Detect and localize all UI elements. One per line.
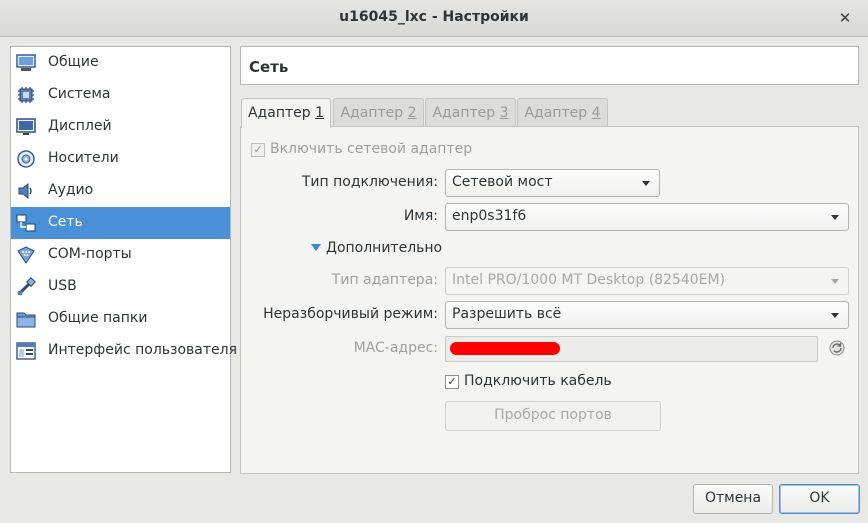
attached-to-label: Тип подключения: [301,174,438,190]
sidebar-item-label: USB [48,278,77,294]
sidebar-item-storage[interactable]: Носители [11,143,230,175]
section-header: Сеть [240,46,859,85]
display-icon [16,118,36,135]
cancel-button[interactable]: Отмена [693,484,773,514]
enable-adapter-checkbox[interactable]: ✓ [251,143,265,157]
enable-adapter-label: Включить сетевой адаптер [270,141,473,157]
tab-mnemonic: 2 [407,105,417,121]
settings-sidebar: Общие Система Дисплей Носители Аудио Сет… [10,46,237,473]
audio-icon [18,182,32,200]
sidebar-item-label: Интерфейс пользователя [48,342,238,358]
tab-adapter-1[interactable]: Адаптер 1 [241,98,331,128]
adapter-name-label: Имя: [403,208,438,224]
adapter-name-select[interactable]: enp0s31f6 [445,203,849,231]
ok-button[interactable]: OK [779,484,860,514]
tab-mnemonic: 1 [315,105,325,121]
chevron-down-icon [831,279,839,284]
promiscuous-mode-value: Разрешить всё [452,306,562,322]
close-window-button[interactable]: ✕ [836,9,854,27]
redaction-mark [450,342,560,355]
adapter-type-value: Intel PRO/1000 MT Desktop (82540EM) [452,272,726,288]
tab-mnemonic: 4 [591,105,601,121]
general-icon [16,54,36,71]
sidebar-item-label: Дисплей [48,118,112,134]
sidebar-item-label: Система [48,86,111,102]
sidebar-item-label: Носители [48,150,119,166]
expand-triangle-icon[interactable] [311,244,321,251]
cable-connected-label: Подключить кабель [464,373,612,389]
tab-label: Адаптер [432,105,500,121]
advanced-toggle[interactable]: Дополнительно [326,240,442,256]
refresh-mac-icon[interactable] [828,339,846,357]
sidebar-item-shared-folders[interactable]: Общие папки [11,303,230,335]
sidebar-item-general[interactable]: Общие [11,47,230,79]
port-forwarding-button[interactable]: Проброс портов [445,401,661,431]
chevron-down-icon [831,215,839,220]
mac-address-label: MAC-адрес: [353,340,438,356]
tab-adapter-4[interactable]: Адаптер 4 [517,98,608,127]
sidebar-item-label: COM-порты [48,246,132,262]
sidebar-item-audio[interactable]: Аудио [11,175,230,207]
window-titlebar: u16045_lxc - Настройки ✕ [0,0,868,37]
tab-label: Адаптер [340,105,408,121]
page-title: Сеть [249,58,289,76]
sidebar-item-user-interface[interactable]: Интерфейс пользователя [11,335,237,367]
attached-to-select[interactable]: Сетевой мост [445,169,660,197]
sidebar-item-system[interactable]: Система [11,79,230,111]
tab-mnemonic: 3 [499,105,509,121]
sidebar-item-display[interactable]: Дисплей [11,111,230,143]
sidebar-item-label: Общие папки [48,310,148,326]
chevron-down-icon [831,313,839,318]
attached-to-value: Сетевой мост [452,174,553,190]
adapter-type-label: Тип адаптера: [331,272,438,288]
system-icon [18,87,34,103]
network-icon [16,214,36,232]
tab-label: Адаптер [524,105,592,121]
user-interface-icon [16,342,36,360]
shared-folders-icon [16,312,36,328]
cable-connected-checkbox[interactable]: ✓ [445,375,459,389]
sidebar-item-label: Аудио [48,182,94,198]
adapter-name-value: enp0s31f6 [452,208,527,224]
tab-label: Адаптер [247,105,316,121]
storage-icon [17,150,35,168]
tab-adapter-2[interactable]: Адаптер 2 [333,98,424,127]
mac-address-field[interactable] [445,336,818,362]
promiscuous-mode-label: Неразборчивый режим: [263,306,438,322]
sidebar-item-network[interactable]: Сеть [11,207,230,239]
sidebar-item-usb[interactable]: USB [11,271,230,303]
sidebar-item-label: Общие [48,54,99,70]
adapter-type-select[interactable]: Intel PRO/1000 MT Desktop (82540EM) [445,267,849,295]
promiscuous-mode-select[interactable]: Разрешить всё [445,301,849,329]
sidebar-item-label: Сеть [48,214,83,230]
window-title: u16045_lxc - Настройки [339,9,529,25]
usb-icon [17,277,36,296]
sidebar-item-com-ports[interactable]: COM-порты [11,239,230,271]
serial-ports-icon [17,246,35,264]
tab-adapter-3[interactable]: Адаптер 3 [425,98,516,127]
chevron-down-icon [642,181,650,186]
